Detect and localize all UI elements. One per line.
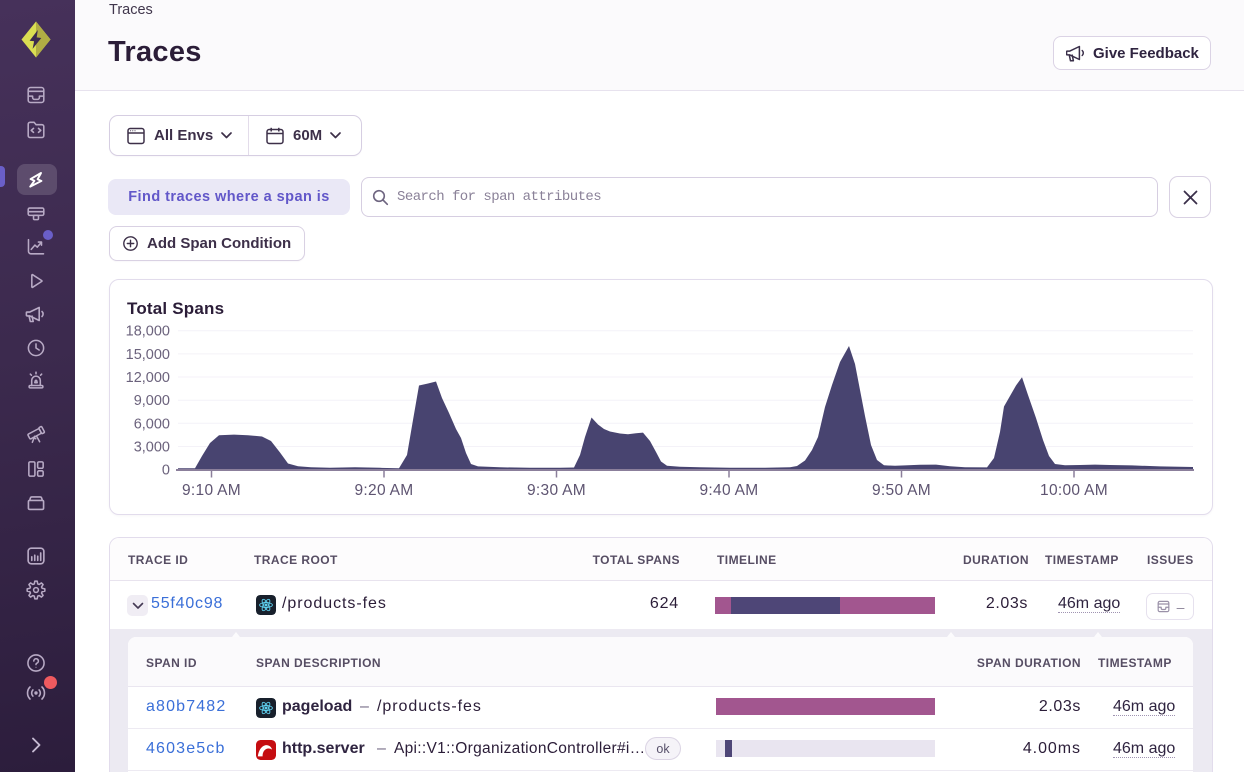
svg-text:10:00 AM: 10:00 AM xyxy=(1040,482,1108,499)
svg-text:9:10 AM: 9:10 AM xyxy=(182,482,241,499)
svg-text:9,000: 9,000 xyxy=(134,393,170,409)
svg-text:6,000: 6,000 xyxy=(134,416,170,432)
svg-text:0: 0 xyxy=(162,463,170,479)
svg-text:9:50 AM: 9:50 AM xyxy=(872,482,931,499)
svg-text:18,000: 18,000 xyxy=(126,324,170,340)
svg-text:15,000: 15,000 xyxy=(126,347,170,363)
svg-text:3,000: 3,000 xyxy=(134,440,170,456)
svg-text:9:40 AM: 9:40 AM xyxy=(700,482,759,499)
svg-text:12,000: 12,000 xyxy=(126,370,170,386)
svg-text:9:20 AM: 9:20 AM xyxy=(355,482,414,499)
svg-text:9:30 AM: 9:30 AM xyxy=(527,482,586,499)
